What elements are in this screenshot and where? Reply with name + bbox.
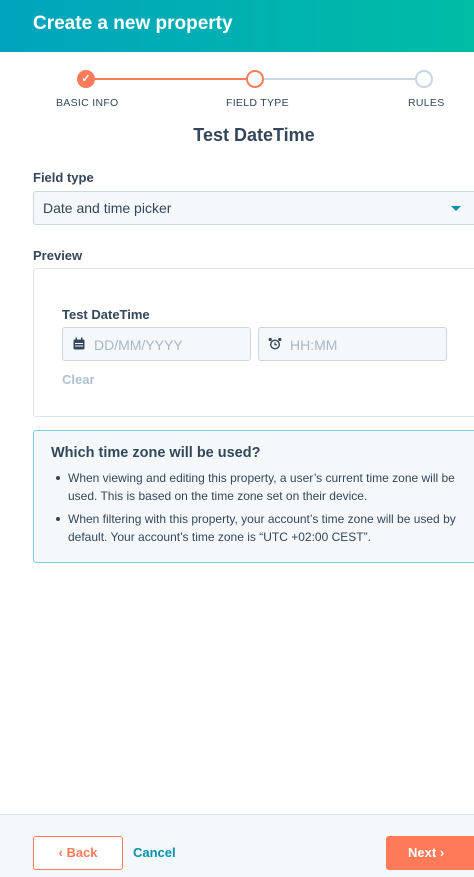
- alarm-clock-icon: [268, 337, 282, 350]
- preview-panel: Test DateTime DD/MM/YYYY HH:MM Clear: [33, 268, 474, 417]
- progress-stepper: ✓ BASIC INFO FIELD TYPE RULES: [0, 52, 474, 118]
- cancel-button[interactable]: Cancel: [133, 845, 176, 860]
- time-input[interactable]: HH:MM: [258, 327, 447, 361]
- modal-title: Create a new property: [33, 13, 233, 34]
- calendar-icon: [73, 337, 85, 350]
- timezone-info-list: When viewing and editing this property, …: [51, 469, 474, 546]
- clear-button[interactable]: Clear: [62, 372, 95, 387]
- list-item: When filtering with this property, your …: [51, 510, 461, 546]
- step-field-type-dot: [246, 70, 264, 88]
- back-button[interactable]: ‹ Back: [33, 836, 123, 870]
- modal-header: Create a new property: [0, 0, 474, 52]
- chevron-right-icon: ›: [439, 845, 445, 860]
- date-placeholder: DD/MM/YYYY: [94, 337, 183, 353]
- timezone-info-title: Which time zone will be used?: [51, 445, 261, 461]
- step-field-type-label: FIELD TYPE: [226, 97, 289, 109]
- property-name-heading: Test DateTime: [193, 125, 315, 145]
- step-basic-info-label[interactable]: BASIC INFO: [56, 97, 119, 109]
- check-icon: ✓: [81, 73, 91, 85]
- preview-label: Preview: [33, 248, 83, 263]
- modal-footer: ‹ Back Cancel Next ›: [0, 814, 474, 877]
- field-type-value: Date and time picker: [43, 200, 172, 216]
- step-basic-info-dot[interactable]: ✓: [77, 70, 95, 88]
- step-rules-dot: [415, 70, 433, 88]
- field-type-label: Field type: [33, 170, 94, 185]
- next-label: Next: [408, 845, 437, 860]
- preview-field-label: Test DateTime: [62, 307, 150, 322]
- timezone-info-box: Which time zone will be used? When viewi…: [33, 430, 474, 563]
- step-connector-done: [94, 78, 254, 80]
- list-item: When viewing and editing this property, …: [51, 469, 461, 505]
- back-label: Back: [66, 845, 98, 860]
- date-input[interactable]: DD/MM/YYYY: [62, 327, 251, 361]
- chevron-left-icon: ‹: [58, 845, 63, 860]
- next-button[interactable]: Next ›: [386, 836, 474, 870]
- time-placeholder: HH:MM: [290, 337, 338, 353]
- caret-down-icon: [451, 206, 461, 211]
- step-connector-todo: [264, 78, 424, 80]
- step-rules-label: RULES: [408, 97, 445, 109]
- field-type-select[interactable]: Date and time picker: [33, 191, 474, 225]
